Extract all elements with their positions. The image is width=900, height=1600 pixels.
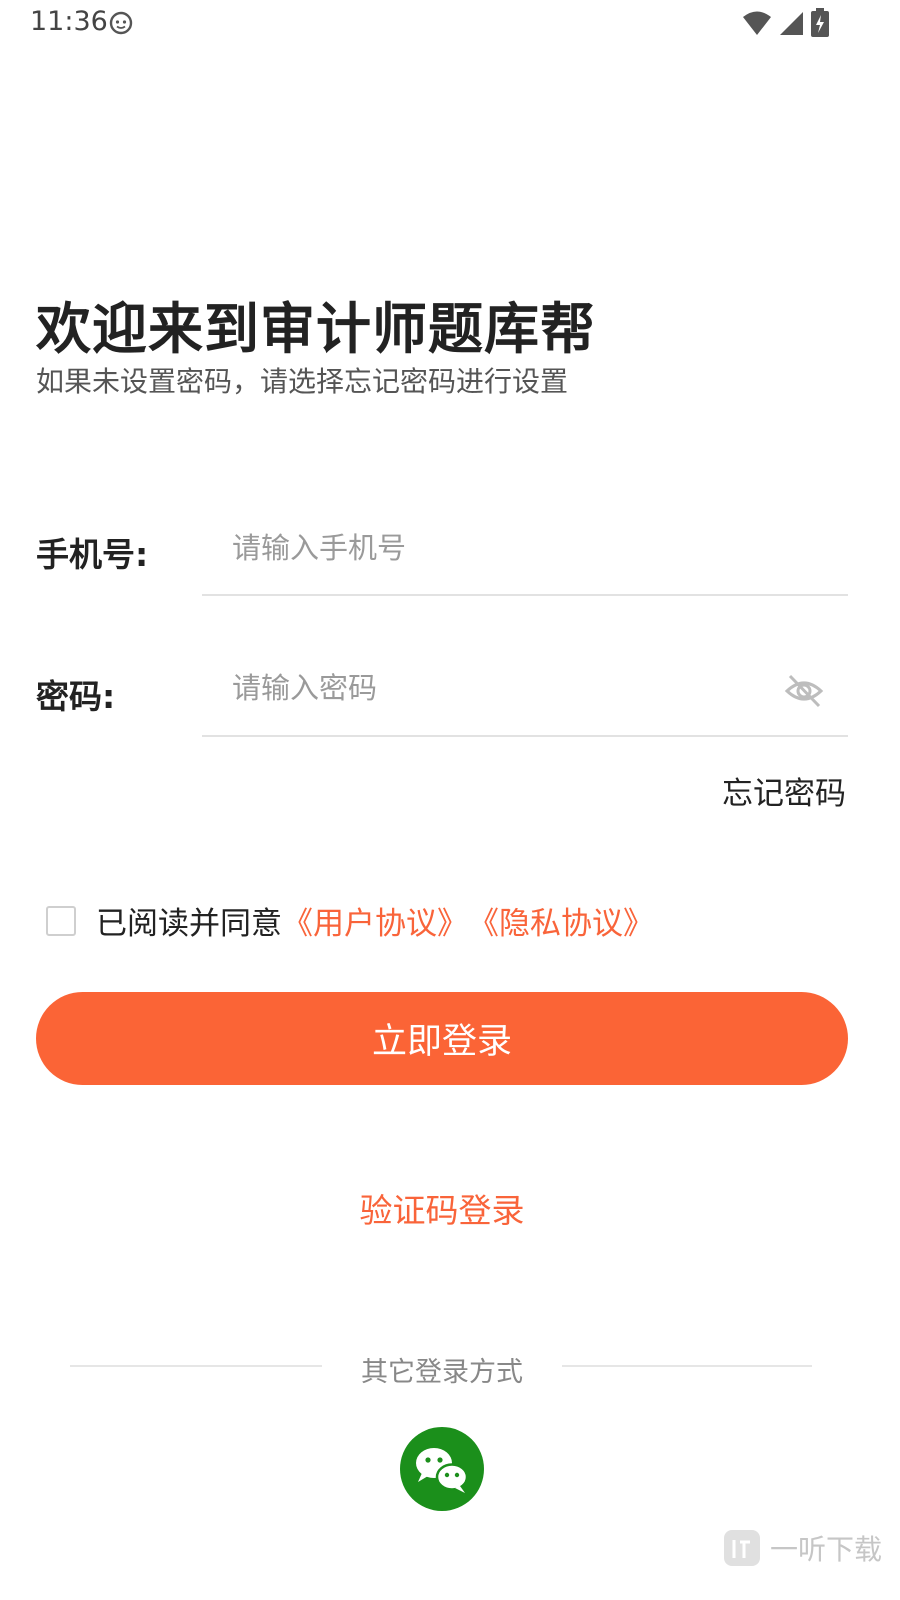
divider-right [562,1365,812,1367]
password-label: 密码: [36,677,116,716]
status-icons [742,8,830,38]
code-login-link[interactable]: 验证码登录 [0,1184,884,1232]
agreement-text: 已阅读并同意 [96,906,282,942]
battery-charging-icon [811,8,829,37]
wechat-login-button[interactable] [400,1427,484,1511]
login-button[interactable]: 立即登录 [36,992,848,1085]
eye-off-icon[interactable] [784,672,824,710]
phone-input[interactable] [202,518,802,578]
user-agreement-link[interactable]: 《用户协议》 [282,898,468,943]
other-login-label: 其它登录方式 [361,1357,523,1388]
page-subtitle: 如果未设置密码，请选择忘记密码进行设置 [36,365,569,398]
watermark-text: 一听下载 [769,1533,882,1566]
wifi-icon [743,11,771,35]
password-underline [202,735,848,737]
watermark: 一听下载 [722,1528,882,1568]
forgot-password-link[interactable]: 忘记密码 [722,768,846,813]
phone-underline [202,594,848,596]
agreement-checkbox[interactable] [46,905,76,936]
privacy-agreement-link[interactable]: 《隐私协议》 [468,898,654,943]
wechat-icon [416,1448,469,1493]
password-input[interactable] [202,658,762,718]
phone-label: 手机号: [36,535,149,574]
app-notification-icon [109,11,133,35]
signal-icon [780,12,803,35]
page-title: 欢迎来到审计师题库帮 [36,297,597,361]
status-bar: 11:36 [0,0,900,48]
status-time: 11:36 [30,6,108,37]
agreement-row: 已阅读并同意 《用户协议》 《隐私协议》 [46,898,654,943]
watermark-logo-icon [723,1530,760,1566]
